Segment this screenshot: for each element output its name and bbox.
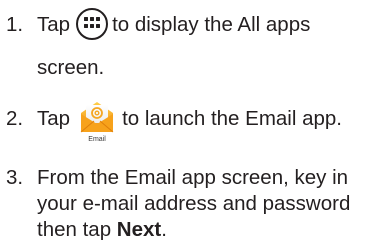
apps-grid-dot [96,17,101,21]
step-3-text-line-3: then tap Next. [37,212,167,248]
step-1-line-1: 1. Tap to display the All apps [0,7,381,43]
all-apps-icon [76,8,109,40]
step-3-line-3: then tap Next. [0,212,381,248]
step-1-continuation: screen. [37,56,105,79]
email-app-icon: Email [78,97,116,149]
apps-grid-dot [90,17,95,21]
apps-grid-dot [90,24,95,28]
step-1-tap-word: Tap [37,13,71,36]
step-3-period: . [161,218,167,241]
step-1-number: 1. [6,13,24,36]
email-envelope-icon [80,102,114,133]
step-1-after-text: to display the All apps [112,13,311,36]
step-1-text: Tap to display the All apps [37,7,310,43]
apps-grid-dot [96,24,101,28]
step-2-text: Tap Email to launch the Email app. [37,101,342,149]
step-2-after-text: to launch the Email app. [122,107,343,130]
apps-grid-dot [84,17,89,21]
email-icon-caption: Email [88,136,106,143]
step-2-number: 2. [6,107,24,130]
step-2-line: 2. Tap Email to launch the Email app. [0,101,381,153]
next-label: Next [116,218,162,241]
apps-grid-dot [84,24,89,28]
step-2-tap-word: Tap [37,107,71,130]
step-3-then-tap: then tap [37,218,112,241]
step-1-line-2: screen. [0,50,381,86]
